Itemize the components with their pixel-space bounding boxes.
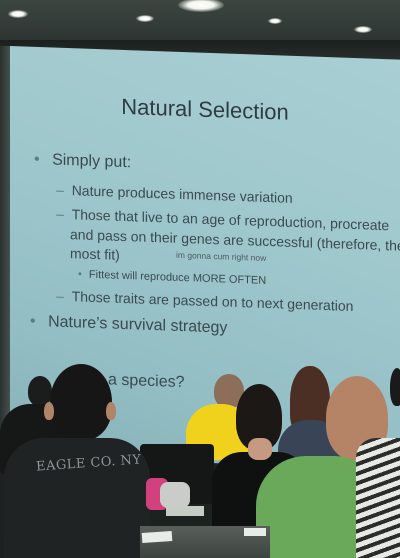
slide-bullet-continued: most fit) [70, 245, 120, 263]
paper-sheet [166, 506, 204, 516]
slide-title: Natural Selection [121, 93, 289, 125]
bullet-marker: – [56, 287, 64, 304]
bullet-marker: • [78, 268, 82, 281]
slide-bullet: • Simply put: [34, 151, 131, 172]
student-neck [248, 438, 272, 460]
bullet-text: Nature’s survival strategy [48, 313, 228, 337]
ceiling-light [354, 26, 372, 33]
student-ear [106, 402, 116, 420]
paper-sheet [141, 530, 173, 544]
slide-bullet: – Nature produces immense variation [56, 182, 293, 206]
bullet-text: Those traits are passed on to next gener… [71, 288, 354, 314]
ceiling-light [8, 10, 28, 18]
bullet-text: Fittest will reproduce MORE OFTEN [88, 268, 267, 287]
bullet-marker: – [56, 205, 64, 222]
handwritten-annotation: im gonna cum right now [176, 249, 267, 263]
ceiling-light [136, 15, 154, 22]
student-head [390, 368, 400, 406]
bullet-text: Nature produces immense variation [71, 182, 293, 206]
bullet-marker: • [30, 312, 36, 330]
striped-shirt [356, 438, 400, 558]
slide-bullet: • Fittest will reproduce MORE OFTEN [78, 268, 266, 287]
slide-bullet: – Those traits are passed on to next gen… [56, 288, 353, 314]
student-ear [44, 402, 54, 420]
student-head [50, 364, 112, 440]
ceiling-light [268, 18, 282, 24]
slide-bullet: • Nature’s survival strategy [30, 313, 227, 338]
lecture-hall-photo: Natural Selection • Simply put: – Nature… [0, 0, 400, 558]
bullet-marker: • [34, 150, 40, 169]
slide-partial-line: a species? [108, 371, 185, 392]
bullet-marker: – [56, 181, 64, 198]
bullet-text: Simply put: [52, 151, 132, 172]
paper-sheet [244, 528, 266, 536]
white-bag [160, 482, 190, 508]
